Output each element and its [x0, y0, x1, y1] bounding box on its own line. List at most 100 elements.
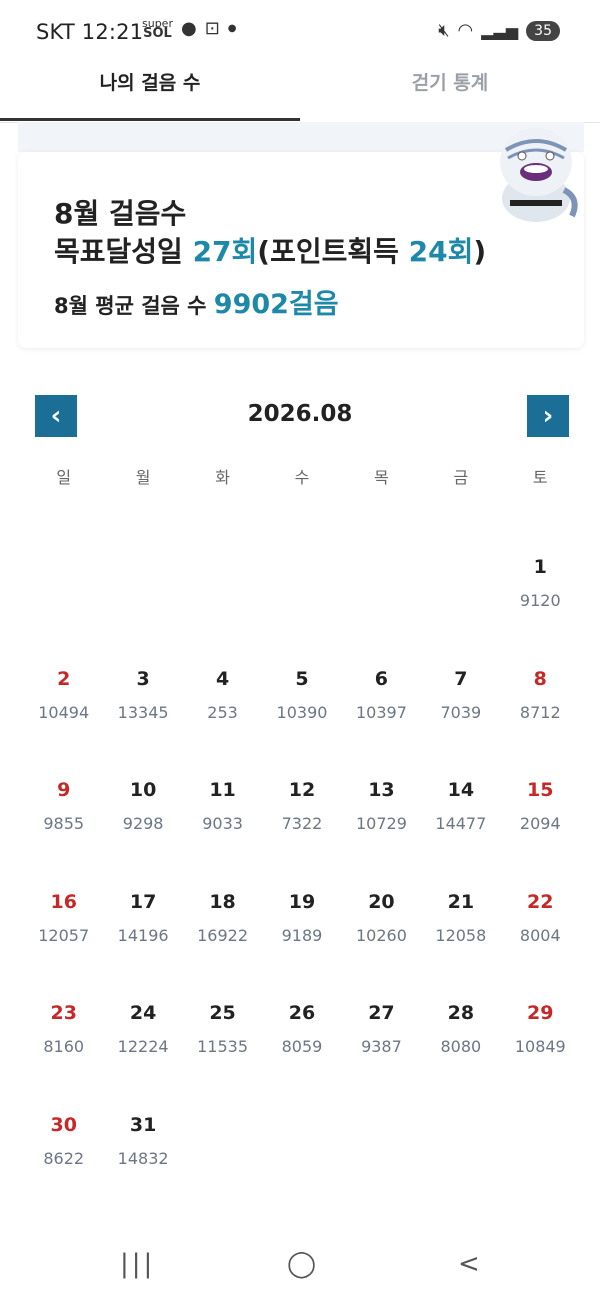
day-cell[interactable]: 11 9033	[183, 779, 262, 891]
sol-icon: super SOL	[142, 16, 173, 41]
day-cell[interactable]: 22 8004	[501, 891, 580, 1003]
mascot-image	[500, 128, 578, 222]
next-month-button[interactable]: ›	[527, 395, 569, 437]
day-cell[interactable]: 3 13345	[103, 668, 182, 780]
day-steps: 10390	[276, 702, 328, 722]
day-cell[interactable]: 26 8059	[262, 1002, 341, 1114]
day-cell[interactable]: 19 9189	[262, 891, 341, 1003]
day-cell[interactable]: 6 10397	[342, 668, 421, 780]
point-suffix: )	[473, 235, 487, 268]
wifi-icon: ◠	[457, 20, 474, 41]
empty-day-cell	[342, 556, 421, 668]
empty-day-cell	[103, 556, 182, 668]
day-cell[interactable]: 30 8622	[24, 1114, 103, 1226]
day-cell[interactable]: 17 14196	[103, 891, 182, 1003]
day-number: 20	[368, 890, 395, 913]
chat-icon: ●	[180, 18, 197, 39]
tab-walking-stats[interactable]: 걷기 통계	[300, 60, 600, 120]
day-steps: 9189	[281, 925, 323, 945]
weekday-thu: 목	[374, 468, 389, 487]
day-number: 24	[129, 1002, 157, 1024]
point-value: 24회	[408, 235, 474, 268]
day-number: 12	[288, 779, 316, 801]
carrier-time: SKT 12:21	[36, 20, 144, 44]
day-number: 14	[447, 779, 475, 801]
day-number: 23	[50, 1002, 77, 1024]
day-steps: 253	[207, 702, 238, 722]
day-cell[interactable]: 5 10390	[262, 668, 341, 780]
weekday-header: 일 월 화 수 목 금 토	[24, 464, 580, 488]
day-number: 27	[368, 1002, 395, 1024]
day-number: 21	[447, 890, 475, 913]
day-number: 9	[57, 779, 71, 801]
system-icons: 🔇︎ ◠ ▂▃▅ 35	[438, 20, 560, 41]
day-cell[interactable]: 10 9298	[103, 779, 182, 891]
day-cell[interactable]: 25 11535	[183, 1002, 262, 1114]
day-cell[interactable]: 2 10494	[24, 668, 103, 780]
day-steps: 11535	[197, 1037, 249, 1056]
day-steps: 2094	[519, 814, 561, 833]
day-cell[interactable]: 23 8160	[24, 1002, 103, 1114]
day-cell[interactable]: 27 9387	[342, 1002, 421, 1114]
tab-my-steps[interactable]: 나의 걸음 수	[0, 60, 300, 120]
day-steps: 8004	[519, 925, 561, 945]
day-number: 8	[533, 667, 547, 690]
day-cell[interactable]: 21 12058	[421, 891, 500, 1003]
day-number: 28	[447, 1002, 475, 1024]
day-steps: 14477	[435, 814, 487, 833]
day-cell[interactable]: 18 16922	[183, 891, 262, 1003]
day-number: 4	[215, 667, 230, 690]
day-steps: 8080	[440, 1037, 482, 1056]
goal-prefix: 목표달성일	[54, 235, 193, 268]
recent-apps-icon[interactable]: |||	[120, 1249, 155, 1279]
day-cell[interactable]: 12 7322	[262, 779, 341, 891]
day-steps: 8059	[281, 1037, 323, 1056]
active-tab-indicator	[0, 118, 300, 121]
day-cell[interactable]: 28 8080	[421, 1002, 500, 1114]
day-steps: 10729	[355, 814, 407, 833]
empty-day-cell	[183, 556, 262, 668]
calendar-grid: 1 9120 2 10494 3 13345 4 253 5 10390 6 10397 7 7039 8 8…	[24, 556, 580, 1225]
day-cell[interactable]: 7 7039	[421, 668, 500, 780]
day-cell[interactable]: 8 8712	[501, 668, 580, 780]
day-cell[interactable]: 4 253	[183, 668, 262, 780]
day-cell[interactable]: 24 12224	[103, 1002, 182, 1114]
day-number: 18	[209, 890, 236, 913]
day-steps: 9298	[122, 814, 164, 833]
weekday-mon: 월	[135, 468, 151, 487]
day-cell[interactable]: 1 9120	[501, 556, 580, 668]
day-steps: 8622	[43, 1148, 85, 1168]
weekday-sun: 일	[56, 468, 72, 487]
system-navigation-bar: ||| ◯ <	[0, 1231, 600, 1301]
day-cell[interactable]: 31 14832	[103, 1114, 182, 1226]
weekday-tue: 화	[215, 468, 230, 487]
empty-day-cell	[421, 556, 500, 668]
day-cell[interactable]: 16 12057	[24, 891, 103, 1003]
back-icon[interactable]: <	[458, 1249, 480, 1279]
day-number: 7	[454, 667, 468, 690]
day-number: 13	[368, 779, 395, 801]
average-steps-line: 8월 평균 걸음 수 9902걸음	[54, 282, 339, 321]
day-number: 6	[374, 667, 389, 690]
day-cell[interactable]: 15 2094	[501, 779, 580, 891]
day-steps: 7039	[440, 702, 482, 722]
day-number: 1	[533, 556, 547, 578]
day-steps: 12058	[435, 925, 487, 945]
home-icon[interactable]: ◯	[287, 1249, 316, 1279]
signal-icon: ▂▃▅	[481, 21, 519, 40]
day-cell[interactable]: 20 10260	[342, 891, 421, 1003]
day-cell[interactable]: 13 10729	[342, 779, 421, 891]
day-steps: 10397	[355, 702, 407, 722]
day-steps: 7322	[281, 814, 323, 833]
day-number: 16	[50, 890, 77, 913]
day-cell[interactable]: 14 14477	[421, 779, 500, 891]
day-steps: 8160	[43, 1037, 85, 1056]
point-prefix: (포인트획득	[257, 235, 409, 268]
day-number: 31	[129, 1113, 157, 1136]
calendar-header: ‹ 2026.08 ›	[0, 395, 600, 437]
day-steps: 10494	[38, 702, 90, 722]
day-cell[interactable]: 9 9855	[24, 779, 103, 891]
day-cell[interactable]: 29 10849	[501, 1002, 580, 1114]
day-number: 5	[295, 667, 309, 690]
day-number: 2	[57, 667, 71, 690]
